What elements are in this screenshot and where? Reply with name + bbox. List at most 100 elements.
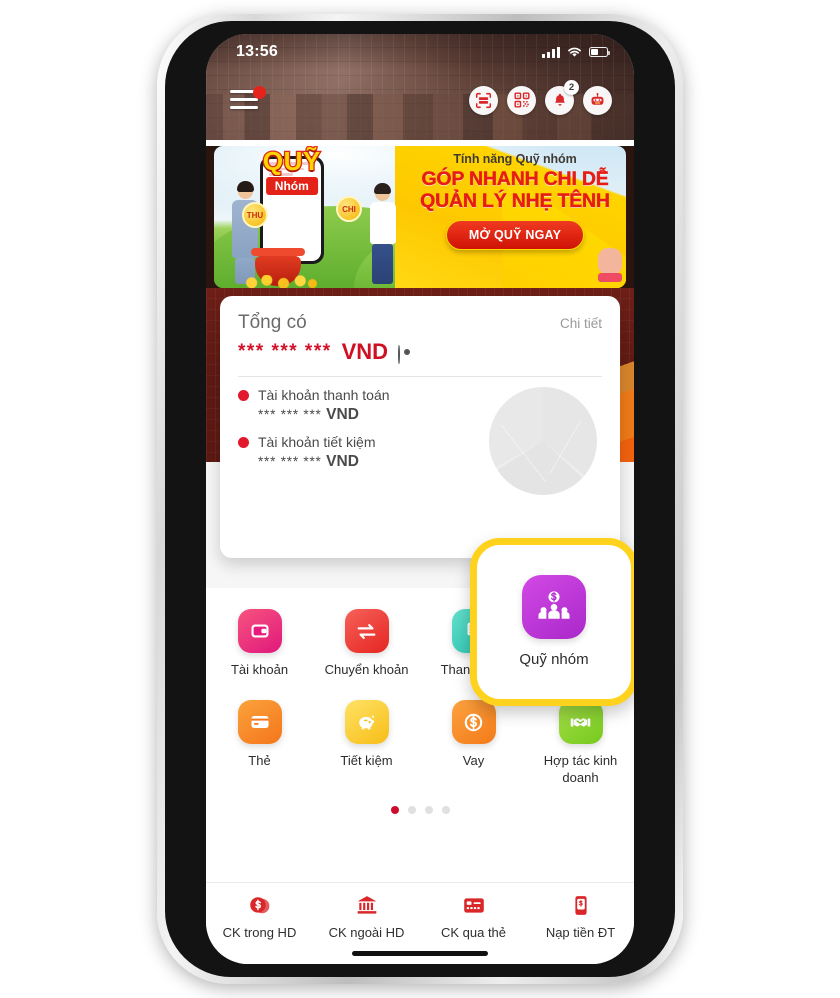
nav-label: Nạp tiền ĐT	[545, 925, 616, 940]
total-amount-row: *** *** *** VND	[238, 339, 602, 365]
pie-chart-graphic	[489, 387, 597, 495]
banner-logo-line1: QUỸ	[262, 146, 322, 176]
account-label: Tài khoản tiết kiệm	[258, 434, 376, 450]
bottom-nav: CK trong HD CK ngoài HD CK qua thẻ Nạp t…	[206, 882, 634, 964]
dollar-coin-icon	[451, 700, 496, 745]
group-fund-icon	[522, 574, 586, 639]
shortcuts-row-2: Thẻ Tiết kiệm Vay Hợp tác kinh doanh	[206, 695, 634, 786]
account-amount: *** *** *** VND	[258, 406, 484, 424]
nav-label: CK trong HD	[222, 925, 297, 940]
shortcut-hop-tac-kinh-doanh[interactable]: Hợp tác kinh doanh	[527, 695, 634, 786]
shortcut-chuyen-khoan[interactable]: Chuyển khoản	[313, 604, 420, 678]
status-clock: 13:56	[236, 43, 278, 60]
nav-ck-trong-hd[interactable]: CK trong HD	[206, 893, 313, 940]
shortcut-label: Chuyển khoản	[324, 662, 409, 677]
nav-label: CK ngoài HD	[328, 925, 405, 940]
banner-person-right	[369, 183, 396, 284]
banner-coin-chi: CHI	[336, 196, 362, 222]
shortcut-the[interactable]: Thẻ	[206, 695, 313, 786]
balance-pie-chart	[484, 387, 602, 495]
status-bar: 13:56	[206, 34, 634, 66]
banner-coin-thu: THU	[242, 202, 268, 228]
account-amount-currency: VND	[326, 406, 359, 423]
list-item[interactable]: Tài khoản thanh toán *** *** *** VND	[238, 387, 484, 424]
credit-card-icon	[237, 700, 282, 745]
banner-headline-2: QUẢN LÝ NHẸ TÊNH	[420, 189, 610, 212]
account-label: Tài khoản thanh toán	[258, 387, 390, 403]
eye-icon[interactable]	[398, 345, 416, 364]
legend-dot-icon	[238, 389, 249, 401]
phone-screen: 13:56 2 QUỸ Nhóm THU CHI Tính năng Quỹ n…	[206, 34, 634, 964]
card-scan-icon[interactable]	[469, 85, 498, 115]
nav-ck-ngoai-hd[interactable]: CK ngoài HD	[313, 893, 420, 940]
shortcut-label: Tài khoản	[230, 662, 289, 677]
banner-logo-line2: Nhóm	[264, 176, 319, 196]
piggy-bank-icon	[344, 700, 389, 745]
home-indicator	[352, 951, 488, 956]
header-icon-group: 2	[469, 79, 612, 115]
shortcut-label: Thẻ	[248, 753, 271, 769]
quy-nhom-callout[interactable]: Quỹ nhóm	[470, 538, 634, 706]
chatbot-icon[interactable]	[583, 85, 612, 115]
hamburger-menu-icon[interactable]	[230, 86, 266, 112]
callout-label: Quỹ nhóm	[519, 650, 589, 668]
banner-person-left	[232, 181, 258, 284]
transfer-icon	[344, 609, 389, 653]
banner-quy-logo: QUỸ Nhóm	[262, 146, 322, 196]
bank-icon	[357, 896, 376, 914]
shortcut-label: Hợp tác kinh doanh	[543, 753, 618, 785]
pager-dot-2[interactable]	[407, 805, 416, 814]
wallet-icon	[237, 609, 282, 653]
banner-copy: Tính năng Quỹ nhóm GÓP NHANH CHI DỄ QUẢN…	[412, 152, 618, 250]
list-item[interactable]: Tài khoản tiết kiệm *** *** *** VND	[238, 434, 484, 471]
screenshot-root: 13:56 2 QUỸ Nhóm THU CHI Tính năng Quỹ n…	[0, 0, 840, 998]
qr-code-icon[interactable]	[507, 85, 536, 115]
banner-tagline: Tính năng Quỹ nhóm	[453, 152, 577, 166]
wifi-icon	[568, 47, 581, 57]
battery-icon	[589, 47, 610, 57]
menu-notification-dot	[253, 86, 266, 99]
account-amount-masked: *** *** ***	[258, 454, 322, 469]
shortcuts-pager[interactable]	[206, 805, 634, 814]
status-icons	[542, 46, 610, 58]
account-legend: Tài khoản thanh toán *** *** *** VND Tài…	[238, 387, 484, 495]
shortcut-tai-khoan[interactable]: Tài khoản	[206, 604, 313, 678]
header-actions-row: 2	[206, 72, 634, 128]
banner-money-pot	[241, 248, 318, 288]
account-amount-masked: *** *** ***	[258, 407, 322, 422]
app-header: 13:56 2	[206, 34, 634, 140]
pager-dot-1[interactable]	[390, 805, 399, 814]
page-title: Tổng có	[238, 312, 307, 333]
signal-bars-icon	[542, 46, 560, 58]
promo-banner-wrapper: QUỸ Nhóm THU CHI Tính năng Quỹ nhóm GÓP …	[206, 146, 634, 288]
balance-card: Tổng có Chi tiết *** *** *** VND Tài kho…	[220, 296, 620, 558]
nav-label: CK qua thẻ	[440, 925, 507, 940]
nav-ck-qua-the[interactable]: CK qua thẻ	[420, 893, 527, 940]
account-amount-currency: VND	[326, 453, 359, 470]
legend-dot-icon	[238, 436, 249, 448]
balance-card-body: Tài khoản thanh toán *** *** *** VND Tài…	[238, 387, 602, 495]
promo-banner[interactable]: QUỸ Nhóm THU CHI Tính năng Quỹ nhóm GÓP …	[214, 146, 626, 288]
phone-topup-icon	[574, 896, 587, 915]
shortcut-vay[interactable]: Vay	[420, 695, 527, 786]
banner-pointing-hand	[598, 248, 624, 282]
bell-badge-count: 2	[564, 79, 579, 95]
total-amount-currency: VND	[341, 339, 389, 364]
banner-illustration: QUỸ Nhóm THU CHI	[216, 146, 406, 288]
total-amount-masked: *** *** ***	[238, 341, 332, 362]
handshake-icon	[558, 700, 603, 745]
detail-link[interactable]: Chi tiết	[560, 316, 602, 331]
shortcut-tiet-kiem[interactable]: Tiết kiệm	[313, 695, 420, 786]
banner-cta-button[interactable]: MỞ QUỸ NGAY	[445, 219, 585, 250]
card-divider	[238, 376, 602, 377]
card-icon	[463, 898, 484, 913]
balance-card-header: Tổng có Chi tiết	[238, 312, 602, 334]
nav-nap-tien-dt[interactable]: Nạp tiền ĐT	[527, 893, 634, 940]
account-amount: *** *** *** VND	[258, 453, 484, 471]
shortcuts-section: Tài khoản Chuyển khoản Thanh Thẻ Tiết ki…	[206, 538, 634, 820]
bell-icon[interactable]: 2	[545, 79, 579, 115]
shortcut-label: Vay	[462, 753, 485, 769]
pager-dot-3[interactable]	[424, 805, 433, 814]
pager-dot-4[interactable]	[441, 805, 450, 814]
shortcut-label: Tiết kiệm	[340, 753, 393, 769]
